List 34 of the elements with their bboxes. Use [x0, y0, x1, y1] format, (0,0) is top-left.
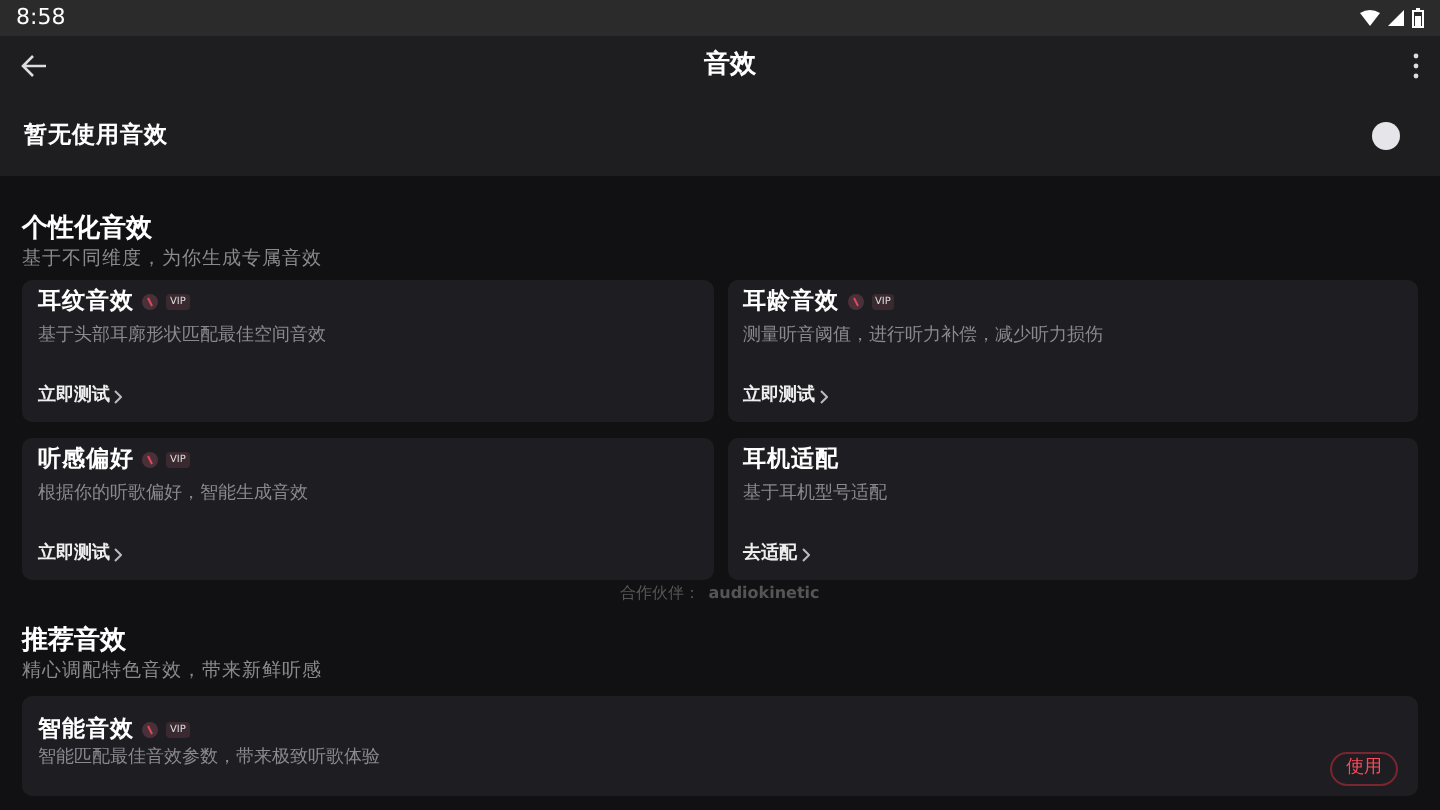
action-link[interactable]: 立即测试 — [38, 541, 122, 569]
action-link[interactable]: 立即测试 — [743, 383, 827, 411]
chevron-icon — [114, 547, 122, 562]
chevron-icon — [114, 389, 122, 404]
partner-label: 合作伙伴： — [620, 582, 701, 607]
clock: 8:58 — [16, 1, 66, 34]
card-title: 耳纹音效 — [38, 288, 134, 317]
signal-icon — [1388, 10, 1404, 26]
use-button[interactable]: 使用 — [1330, 751, 1398, 787]
card-description: 基于头部耳廓形状匹配最佳空间音效 — [38, 324, 328, 351]
section-subtitle: 基于不同维度，为你生成专属音效 — [22, 247, 324, 273]
card-description: 测量听音阈值，进行听力补偿，减少听力损伤 — [743, 324, 1105, 351]
back-icon[interactable] — [20, 54, 48, 78]
card-description: 基于耳机型号适配 — [743, 482, 889, 509]
page-title: 音效 — [704, 47, 756, 85]
section-title: 个性化音效 — [22, 214, 154, 248]
card-title: 耳龄音效 — [743, 288, 839, 317]
card-description: 根据你的听歌偏好，智能生成音效 — [38, 482, 310, 509]
partner-logo: audiokinetic — [708, 582, 820, 607]
action-link[interactable]: 立即测试 — [38, 383, 122, 411]
section-subtitle: 精心调配特色音效，带来新鲜听感 — [22, 660, 324, 685]
card-title: 智能音效 — [38, 716, 134, 745]
action-link[interactable]: 去适配 — [743, 541, 809, 569]
feature-card[interactable]: 耳机适配 基于耳机型号适配 去适配 — [727, 438, 1418, 581]
chevron-icon — [819, 389, 827, 404]
current-effect-label: 暂无使用音效 — [24, 118, 168, 153]
card-description: 智能匹配最佳音效参数，带来极致听歌体验 — [38, 750, 380, 771]
chevron-icon — [801, 547, 809, 562]
wifi-icon — [1360, 10, 1380, 26]
battery-icon — [1412, 8, 1424, 28]
more-icon[interactable] — [1412, 52, 1420, 80]
card-title: 听感偏好 — [38, 446, 134, 475]
section-title: 推荐音效 — [22, 626, 128, 660]
card-title: 耳机适配 — [743, 446, 839, 475]
